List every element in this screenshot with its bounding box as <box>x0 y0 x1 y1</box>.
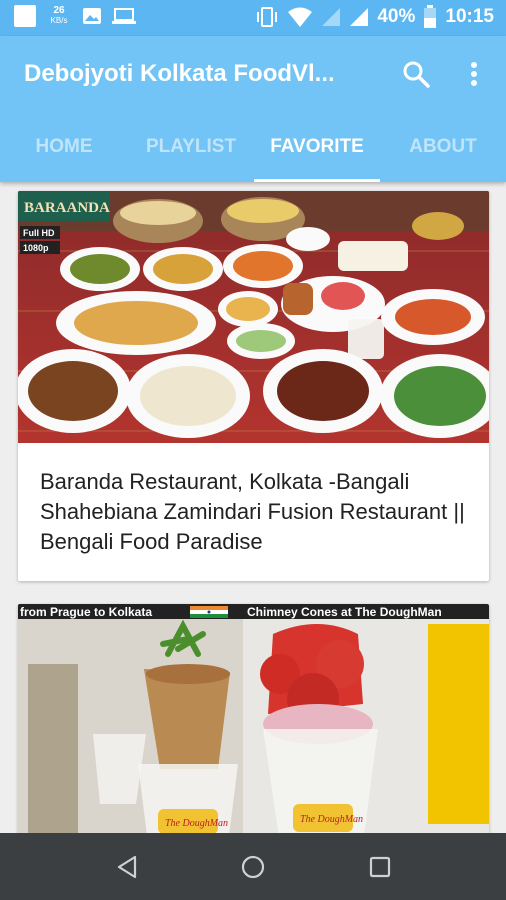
vibrate-icon <box>257 7 278 27</box>
battery-percent: 40% <box>377 6 416 27</box>
laptop-icon <box>112 8 136 24</box>
navigation-bar <box>0 833 506 900</box>
thumb-badge-hd: Full HD <box>23 228 55 238</box>
video-thumbnail[interactable]: BARAANDA Full HD 1080p <box>18 191 489 443</box>
network-speed: 26 KB/s <box>46 6 72 26</box>
app-title: Debojyoti Kolkata FoodVl... <box>24 60 335 87</box>
cup-brand-left: The DoughMan <box>165 818 228 829</box>
tab-playlist[interactable]: PLAYLIST <box>128 122 254 182</box>
back-icon[interactable] <box>113 853 141 881</box>
status-bar: 26 KB/s 40% 10:15 <box>0 0 506 36</box>
image-icon <box>83 8 101 24</box>
tab-about[interactable]: ABOUT <box>380 122 506 182</box>
notification-icon <box>14 5 36 27</box>
recents-icon[interactable] <box>366 853 394 881</box>
thumb-badge-res: 1080p <box>23 243 49 253</box>
signal-icon-2 <box>350 8 369 26</box>
battery-icon <box>424 5 437 28</box>
india-flag <box>190 606 228 618</box>
app-bar: Debojyoti Kolkata FoodVl... HOME PLAYLIS… <box>0 36 506 182</box>
search-icon[interactable] <box>400 58 432 90</box>
tab-bar: HOME PLAYLIST FAVORITE ABOUT <box>0 122 506 182</box>
more-vert-icon[interactable] <box>462 58 486 90</box>
thumb-left-caption: from Prague to Kolkata <box>20 605 152 619</box>
video-thumbnail[interactable]: from Prague to Kolkata Chimney Cones at … <box>18 604 489 844</box>
tab-home[interactable]: HOME <box>0 122 128 182</box>
network-speed-value: 26 <box>53 5 65 16</box>
tab-favorite[interactable]: FAVORITE <box>254 122 380 182</box>
network-speed-unit: KB/s <box>50 16 68 25</box>
home-icon[interactable] <box>239 853 267 881</box>
wifi-icon <box>288 7 313 27</box>
signal-icon-1 <box>322 8 341 26</box>
cup-brand-right: The DoughMan <box>300 814 363 825</box>
thumb-right-caption: Chimney Cones at The DoughMan <box>247 605 442 619</box>
clock: 10:15 <box>445 6 494 27</box>
video-card[interactable]: from Prague to Kolkata Chimney Cones at … <box>18 604 489 844</box>
video-title[interactable]: Baranda Restaurant, Kolkata -Bangali Sha… <box>40 467 475 557</box>
thumb-brand: BARAANDA <box>24 200 110 216</box>
tab-indicator <box>254 179 380 182</box>
video-card[interactable]: BARAANDA Full HD 1080p Baranda Restauran… <box>18 191 489 581</box>
